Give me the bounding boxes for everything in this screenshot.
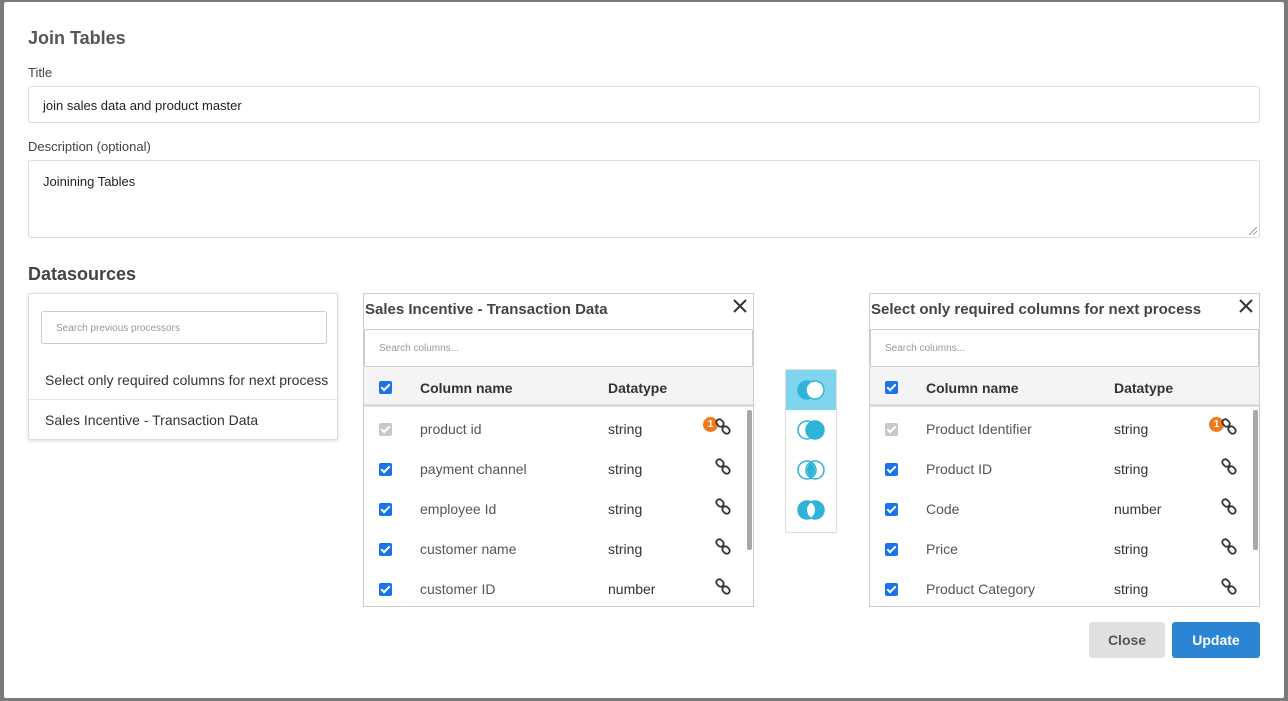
scrollbar[interactable] xyxy=(747,410,752,550)
close-icon[interactable] xyxy=(1237,297,1255,315)
column-name: Code xyxy=(926,501,960,517)
table-row: customer name string xyxy=(364,530,746,570)
row-checkbox[interactable] xyxy=(379,583,392,596)
processor-item-sales-incentive[interactable]: Sales Incentive - Transaction Data xyxy=(29,400,337,440)
right-table-panel: Select only required columns for next pr… xyxy=(869,293,1260,607)
dialog-title: Join Tables xyxy=(28,28,126,48)
processor-item-select-columns[interactable]: Select only required columns for next pr… xyxy=(29,360,337,400)
column-name: Product Identifier xyxy=(926,421,1032,437)
datasources-heading: Datasources xyxy=(28,264,137,284)
datatype-header: Datatype xyxy=(608,380,668,396)
inner-join-button[interactable] xyxy=(786,450,836,490)
title-input[interactable]: join sales data and product master xyxy=(28,86,1260,123)
row-checkbox[interactable] xyxy=(885,503,898,516)
datatype: string xyxy=(608,501,643,517)
table-row: payment channel string xyxy=(364,450,746,490)
column-name-header: Column name xyxy=(420,380,513,396)
table-row: employee Id string xyxy=(364,490,746,530)
table-row: customer ID number xyxy=(364,570,746,606)
datatype: string xyxy=(608,541,643,557)
join-tables-dialog: Join Tables Title join sales data and pr… xyxy=(4,2,1284,698)
select-all-checkbox[interactable] xyxy=(885,381,898,394)
link-icon[interactable] xyxy=(1220,418,1238,436)
row-checkbox[interactable] xyxy=(379,423,392,436)
datatype: string xyxy=(1114,581,1149,597)
datatype: string xyxy=(608,461,643,477)
link-icon[interactable] xyxy=(714,418,732,436)
right-table-title: Select only required columns for next pr… xyxy=(871,301,1202,318)
table-row: product id string 1 xyxy=(364,410,746,450)
row-checkbox[interactable] xyxy=(379,543,392,556)
select-all-checkbox[interactable] xyxy=(379,381,392,394)
column-name-header: Column name xyxy=(926,380,1019,396)
column-name: payment channel xyxy=(420,461,527,477)
column-name: customer ID xyxy=(420,581,496,597)
link-icon[interactable] xyxy=(1220,498,1238,516)
datatype: string xyxy=(1114,541,1149,557)
processor-search-input[interactable]: Search previous processors xyxy=(41,311,327,344)
processor-list: Search previous processors Select only r… xyxy=(28,293,338,440)
datatype-header: Datatype xyxy=(1114,380,1174,396)
link-icon[interactable] xyxy=(714,498,732,516)
link-icon[interactable] xyxy=(714,538,732,556)
close-button[interactable]: Close xyxy=(1089,622,1165,658)
link-icon[interactable] xyxy=(1220,538,1238,556)
left-column-search-input[interactable]: Search columns... xyxy=(364,329,753,367)
resize-handle-icon[interactable] xyxy=(1249,227,1257,235)
table-row: Product Category string xyxy=(870,570,1252,606)
column-name: Price xyxy=(926,541,958,557)
left-table-header: Column name Datatype xyxy=(364,367,753,407)
right-column-search-input[interactable]: Search columns... xyxy=(870,329,1259,367)
left-table-title: Sales Incentive - Transaction Data xyxy=(365,301,608,318)
column-name: product id xyxy=(420,421,482,437)
join-type-selector xyxy=(785,369,837,533)
inner-join-icon xyxy=(797,460,825,480)
right-join-icon xyxy=(797,420,825,440)
title-label: Title xyxy=(28,65,53,80)
left-join-icon xyxy=(797,380,825,400)
link-icon[interactable] xyxy=(1220,458,1238,476)
description-text: Joinining Tables xyxy=(43,174,136,189)
description-label: Description (optional) xyxy=(28,139,151,154)
left-join-button[interactable] xyxy=(786,370,836,410)
column-name: employee Id xyxy=(420,501,497,517)
scrollbar[interactable] xyxy=(1253,410,1258,550)
column-name: customer name xyxy=(420,541,517,557)
datatype: string xyxy=(1114,461,1149,477)
table-row: Product Identifier string 1 xyxy=(870,410,1252,450)
link-icon[interactable] xyxy=(714,458,732,476)
link-icon[interactable] xyxy=(1220,578,1238,596)
column-name: Product ID xyxy=(926,461,993,477)
row-checkbox[interactable] xyxy=(885,423,898,436)
datatype: number xyxy=(608,581,656,597)
column-name: Product Category xyxy=(926,581,1035,597)
row-checkbox[interactable] xyxy=(885,583,898,596)
row-checkbox[interactable] xyxy=(885,463,898,476)
datatype: string xyxy=(608,421,643,437)
right-table-header: Column name Datatype xyxy=(870,367,1259,407)
close-icon[interactable] xyxy=(731,297,749,315)
full-outer-join-icon xyxy=(797,500,825,520)
datatype: string xyxy=(1114,421,1149,437)
datatype: number xyxy=(1114,501,1162,517)
full-outer-join-button[interactable] xyxy=(786,490,836,530)
description-textarea[interactable]: Joinining Tables xyxy=(28,160,1260,238)
right-join-button[interactable] xyxy=(786,410,836,450)
left-table-panel: Sales Incentive - Transaction Data Searc… xyxy=(363,293,754,607)
row-checkbox[interactable] xyxy=(379,463,392,476)
link-icon[interactable] xyxy=(714,578,732,596)
update-button[interactable]: Update xyxy=(1172,622,1260,658)
table-row: Price string xyxy=(870,530,1252,570)
row-checkbox[interactable] xyxy=(379,503,392,516)
row-checkbox[interactable] xyxy=(885,543,898,556)
table-row: Product ID string xyxy=(870,450,1252,490)
table-row: Code number xyxy=(870,490,1252,530)
